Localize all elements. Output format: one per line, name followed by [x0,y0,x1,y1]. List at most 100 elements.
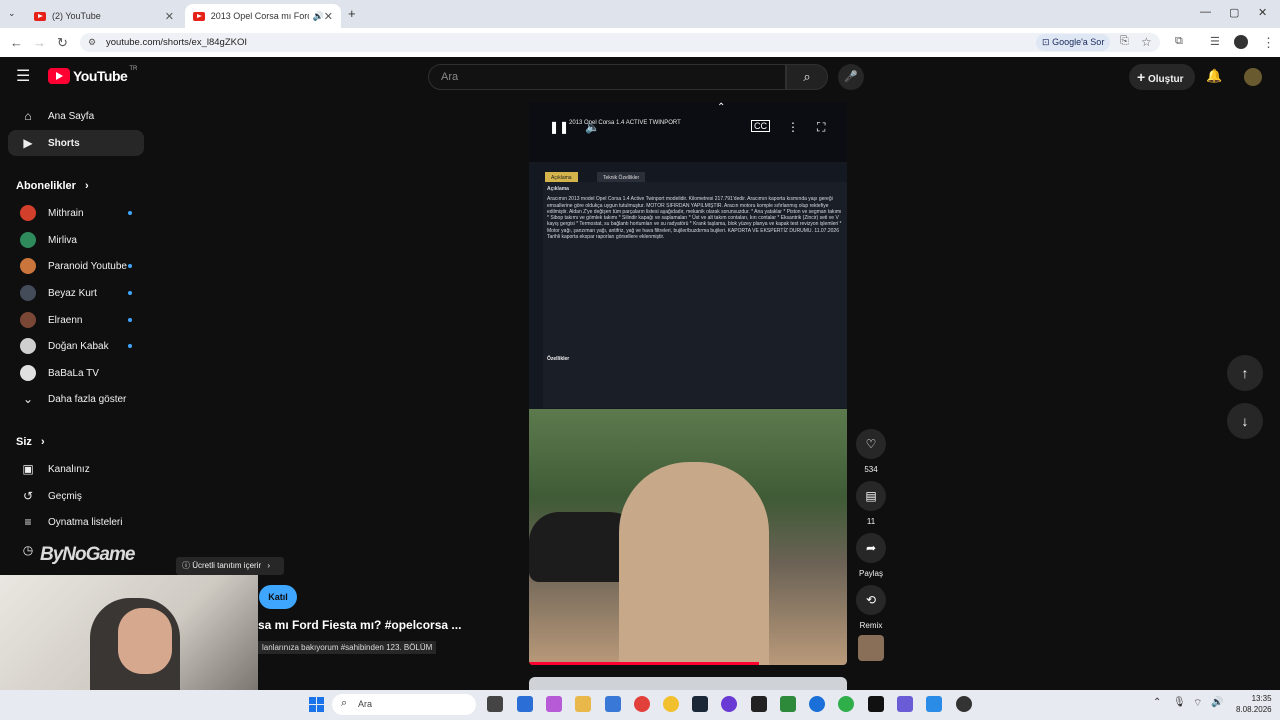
hamburger-menu-icon[interactable]: ☰ [16,69,32,85]
remix-label: Remix [859,621,883,630]
channel-avatar [20,232,36,248]
sidebar-item-dogan-kabak[interactable]: Doğan Kabak [8,333,144,359]
forward-icon[interactable]: → [33,35,46,50]
sidebar-item-elraenn[interactable]: Elraenn [8,307,144,333]
video-description-snippet[interactable]: lanlarınıza bakıyorum #sahibinden 123. B… [258,641,437,654]
like-button[interactable]: ♡ 534 [856,429,886,474]
clock-date: 8.08.2026 [1236,705,1272,714]
sidebar-item-beyaz-kurt[interactable]: Beyaz Kurt [8,280,144,306]
tab-active-video[interactable]: 2013 Opel Corsa mı Ford Fi 🔊 ✕ [185,4,341,28]
opera-icon[interactable] [634,696,650,712]
shorts-video-player[interactable]: 2013 Opel Corsa 1.4 ACTIVE TWINPORT Açık… [529,102,847,665]
tab-close-icon[interactable]: ✕ [324,10,333,23]
you-heading[interactable]: Siz › [16,436,45,448]
next-short-preview[interactable] [529,677,847,690]
address-bar[interactable]: youtube.com/shorts/ex_l84gZKOI [80,33,1160,52]
video-progress-bar[interactable] [529,662,759,665]
share-button[interactable]: ➦ Paylaş [856,533,886,578]
site-info-icon[interactable]: ⚙ [88,37,96,48]
volume-icon[interactable]: 🔈 [585,120,600,134]
tray-chevron-up-icon[interactable]: ⌃ [1153,697,1161,708]
playlist-icon: ≡ [24,515,32,529]
join-button[interactable]: Katıl [259,585,297,609]
logo-country-code: TR [129,66,138,72]
taskbar-search[interactable]: Ara [332,694,476,715]
capcut-icon[interactable] [868,696,884,712]
profile-avatar[interactable] [1234,35,1248,49]
chrome-icon[interactable] [663,696,679,712]
chrome-menu-icon[interactable]: ⋮ [1262,35,1275,51]
speaker-icon[interactable]: 🔊 [313,11,324,22]
shorts-icon: ▶ [23,136,33,150]
notifications-bell-icon[interactable]: 🔔 [1206,68,1222,84]
taskbar-clock[interactable]: 13:35 8.08.2026 [1236,693,1272,715]
ea-app-icon[interactable] [809,696,825,712]
account-avatar[interactable] [1244,68,1262,86]
sidebar-item-shorts[interactable]: ▶ Shorts [8,130,144,156]
pause-icon[interactable]: ❚❚ [549,120,569,134]
google-ask-button[interactable]: ⊡ Google'a Sor [1036,34,1111,51]
reload-icon[interactable]: ↻ [57,35,68,51]
maximize-icon[interactable]: ▢ [1229,6,1239,19]
comments-button[interactable]: ▤ 11 [856,481,886,526]
voice-search-button[interactable]: 🎤 [838,64,864,90]
extensions-icon[interactable]: ⧉ [1175,35,1183,48]
tray-volume-icon[interactable]: 🔊 [1211,697,1223,708]
start-windows-icon[interactable] [309,697,324,712]
sidebar-show-more[interactable]: ⌄ Daha fazla göster [8,386,144,412]
steam-icon[interactable] [692,696,708,712]
new-content-dot [128,291,132,295]
new-tab-button[interactable]: + [348,6,356,21]
remix-button[interactable]: ⟲ Remix [856,585,886,630]
tab-list-chevron-icon[interactable]: ⌄ [8,8,16,19]
store-icon[interactable] [605,696,621,712]
home-icon: ⌂ [24,109,32,123]
fullscreen-icon[interactable]: ⛶ [817,120,825,135]
back-icon[interactable]: ← [10,35,23,50]
next-short-button[interactable]: ↓ [1227,403,1263,439]
sidebar-item-label: Oynatma listeleri [48,516,123,528]
more-options-icon[interactable]: ⋮ [787,120,799,134]
sidebar-item-home[interactable]: ⌂ Ana Sayfa [8,103,144,129]
expand-up-icon[interactable]: ⌃ [717,102,725,113]
sidebar-item-babala-tv[interactable]: BaBaLa TV [8,360,144,386]
obs-icon[interactable] [956,696,972,712]
sidebar-item-your-channel[interactable]: ▣ Kanalınız [8,456,144,482]
search-input[interactable]: Ara [428,64,786,90]
twitch-icon[interactable] [721,696,737,712]
tab-close-icon[interactable]: ✕ [165,10,174,23]
file-explorer-icon[interactable] [575,696,591,712]
task-view-icon[interactable] [487,696,503,712]
search-button[interactable]: ⌕ [786,64,828,90]
whatsapp-icon[interactable] [838,696,854,712]
sidebar-item-paranoid[interactable]: Paranoid Youtube [8,253,144,279]
news-app-icon[interactable] [517,696,533,712]
epic-games-icon[interactable] [751,696,767,712]
paid-promotion-tag[interactable]: ⓘ Ücretli tanıtım içerir › [176,557,284,575]
xbox-icon[interactable] [780,696,796,712]
sidebar-item-playlists[interactable]: ≡ Oynatma listeleri [8,509,144,535]
reading-list-icon[interactable]: ☰ [1210,35,1220,48]
sidebar-item-mithrain[interactable]: Mithrain [8,200,144,226]
install-app-icon[interactable]: ⎘ [1120,35,1129,48]
create-button[interactable]: + Oluştur [1129,64,1195,90]
sidebar-item-mirliva[interactable]: Mirliva [8,227,144,253]
video-title[interactable]: sa mı Ford Fiesta mı? #opelcorsa ... [258,618,461,632]
sound-thumbnail[interactable] [858,635,884,661]
tray-mic-icon[interactable]: 🎙 [1173,697,1186,708]
close-window-icon[interactable]: ✕ [1258,6,1267,19]
previous-short-button[interactable]: ↑ [1227,355,1263,391]
tab-youtube-home[interactable]: (2) YouTube ✕ [26,4,182,28]
app-bolt-icon[interactable] [926,696,942,712]
captions-icon[interactable]: CC [751,120,770,132]
minimize-icon[interactable]: — [1200,6,1211,18]
wifi-icon[interactable]: ⌔ [1193,697,1202,710]
subscriptions-heading[interactable]: Abonelikler › [16,180,89,192]
teams-icon[interactable] [897,696,913,712]
channel-name: Doğan Kabak [48,340,109,352]
copilot-icon[interactable] [546,696,562,712]
youtube-logo[interactable]: YouTube TR [48,66,138,84]
bookmark-star-icon[interactable]: ☆ [1141,35,1152,49]
sidebar-item-history[interactable]: ↺ Geçmiş [8,483,144,509]
info-icon: ⓘ [182,561,190,570]
